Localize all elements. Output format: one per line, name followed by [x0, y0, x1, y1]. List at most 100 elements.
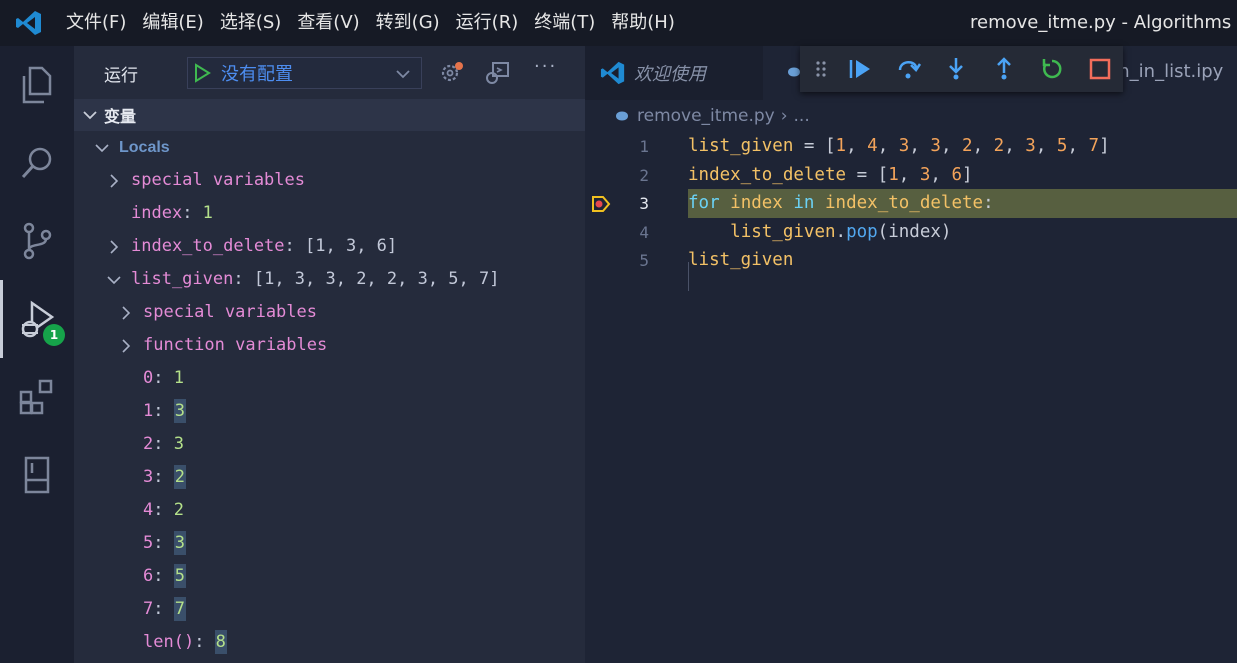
code-token: index [730, 193, 783, 213]
variable-value: 3 [173, 399, 186, 423]
variable-row[interactable]: index: 1 [74, 197, 585, 230]
chevron-right-icon[interactable] [106, 239, 122, 255]
vscode-logo-icon [600, 61, 625, 85]
chevron-right-icon[interactable] [106, 173, 122, 189]
stop-icon[interactable] [1088, 57, 1112, 81]
code-token: 3 [898, 136, 910, 156]
variable-row[interactable]: 2: 3 [74, 428, 585, 461]
variable-row[interactable]: special variables [74, 296, 585, 329]
debug-console-icon[interactable] [484, 60, 510, 86]
variable-row[interactable]: len(): 8 [74, 626, 585, 659]
code-line[interactable]: list_given.pop(index) [688, 218, 1237, 247]
chevron-right-icon[interactable] [118, 338, 134, 354]
code-line[interactable]: list_given [688, 246, 1237, 275]
variable-row[interactable]: 0: 1 [74, 362, 585, 395]
debug-badge: 1 [43, 324, 65, 346]
gear-icon[interactable] [439, 60, 465, 86]
menu-item[interactable]: 运行(R) [448, 0, 527, 46]
code-token: 3 [930, 136, 941, 156]
locals-scope[interactable]: Locals [74, 131, 585, 164]
code-token: 6 [951, 164, 962, 185]
variable-row[interactable]: 1: 3 [74, 395, 585, 428]
run-debug-icon[interactable]: 1 [0, 280, 74, 358]
menu-item[interactable]: 帮助(H) [603, 0, 683, 46]
variable-row[interactable]: function variables [74, 329, 585, 362]
code-token: , [972, 136, 994, 156]
chevron-down-icon [95, 144, 109, 153]
continue-icon[interactable] [848, 57, 874, 81]
breadcrumb-more[interactable]: ... [794, 106, 810, 126]
code-line[interactable]: list_given = [1, 4, 3, 3, 2, 2, 3, 5, 7] [688, 132, 1237, 161]
code-token: list_given [730, 221, 836, 242]
notebook-icon[interactable] [0, 436, 74, 514]
launch-config-select[interactable]: 没有配置 [187, 57, 422, 89]
variable-name: index [131, 203, 183, 223]
variable-row[interactable]: 5: 3 [74, 527, 585, 560]
menu-item[interactable]: 编辑(E) [134, 0, 211, 46]
variable-value: [1, 3, 3, 2, 2, 3, 5, 7] [253, 269, 500, 289]
step-over-icon[interactable] [896, 57, 922, 81]
line-number: 2 [639, 165, 649, 185]
step-out-icon[interactable] [992, 57, 1016, 81]
chevron-down-icon[interactable] [106, 272, 122, 288]
variable-row[interactable]: 7: 7 [74, 593, 585, 626]
current-breakpoint-icon[interactable] [591, 195, 611, 213]
variable-row[interactable]: list_given: [1, 3, 3, 2, 2, 3, 5, 7] [74, 263, 585, 296]
explorer-icon[interactable] [0, 46, 74, 124]
line-number: 3 [639, 194, 649, 213]
variable-value: 3 [173, 434, 184, 454]
variable-name: 5 [143, 533, 154, 553]
variable-row[interactable]: 6: 5 [74, 560, 585, 593]
menu-item[interactable]: 转到(G) [368, 0, 448, 46]
code-token: 3 [1025, 136, 1036, 156]
code-line[interactable]: index_to_delete = [1, 3, 6] [688, 161, 1237, 190]
variable-row[interactable]: 4: 2 [74, 494, 585, 527]
menu-item[interactable]: 查看(V) [289, 0, 367, 46]
code-token: index_to_delete [688, 164, 847, 185]
variable-name: special variables [143, 302, 317, 322]
variable-row[interactable]: index_to_delete: [1, 3, 6] [74, 230, 585, 263]
code-token: in [793, 193, 815, 213]
code-token: 2 [993, 136, 1005, 156]
variable-name: 6 [143, 566, 154, 586]
variables-section-header[interactable]: 变量 [74, 99, 585, 131]
breadcrumb-file[interactable]: remove_itme.py [637, 106, 775, 126]
tab-welcome[interactable]: 欢迎使用 [585, 46, 763, 100]
line-number: 4 [639, 222, 649, 242]
code-token: pop [846, 221, 878, 242]
extensions-icon[interactable] [0, 358, 74, 436]
chevron-right-icon[interactable] [118, 305, 134, 321]
variable-name: 7 [143, 599, 154, 619]
code-token: 5 [1056, 136, 1068, 156]
step-into-icon[interactable] [944, 57, 968, 81]
variable-row[interactable]: special variables [74, 164, 585, 197]
code-token: . [835, 221, 847, 242]
code-line[interactable]: for index in index_to_delete: [688, 189, 1237, 218]
menu-item[interactable]: 文件(F) [58, 0, 134, 46]
restart-icon[interactable] [1040, 57, 1064, 81]
variable-value: [1, 3, 6] [305, 236, 398, 256]
code-token: list_given [688, 136, 794, 156]
menu-item[interactable]: 选择(S) [212, 0, 289, 46]
search-icon[interactable] [0, 124, 74, 202]
source-control-icon[interactable] [0, 202, 74, 280]
variable-name: 4 [143, 500, 154, 520]
menu-item[interactable]: 终端(T) [526, 0, 603, 46]
drag-handle-icon[interactable] [814, 57, 828, 81]
code-token: = [ [793, 136, 836, 156]
variable-row[interactable]: 3: 2 [74, 461, 585, 494]
code-token: , [877, 136, 899, 156]
launch-config-value: 没有配置 [221, 64, 293, 85]
code-token: 2 [962, 136, 973, 156]
code-token: , [930, 164, 952, 185]
variable-value: 1 [173, 368, 184, 388]
more-actions-icon[interactable]: ··· [534, 56, 557, 77]
indent-guide [688, 262, 689, 291]
line-number: 5 [639, 251, 649, 270]
code-token: , [909, 136, 931, 156]
variable-value: 7 [173, 597, 186, 621]
start-debugging-icon[interactable] [191, 62, 213, 84]
debug-toolbar [800, 46, 1123, 92]
code-token: index_to_delete [825, 193, 984, 213]
